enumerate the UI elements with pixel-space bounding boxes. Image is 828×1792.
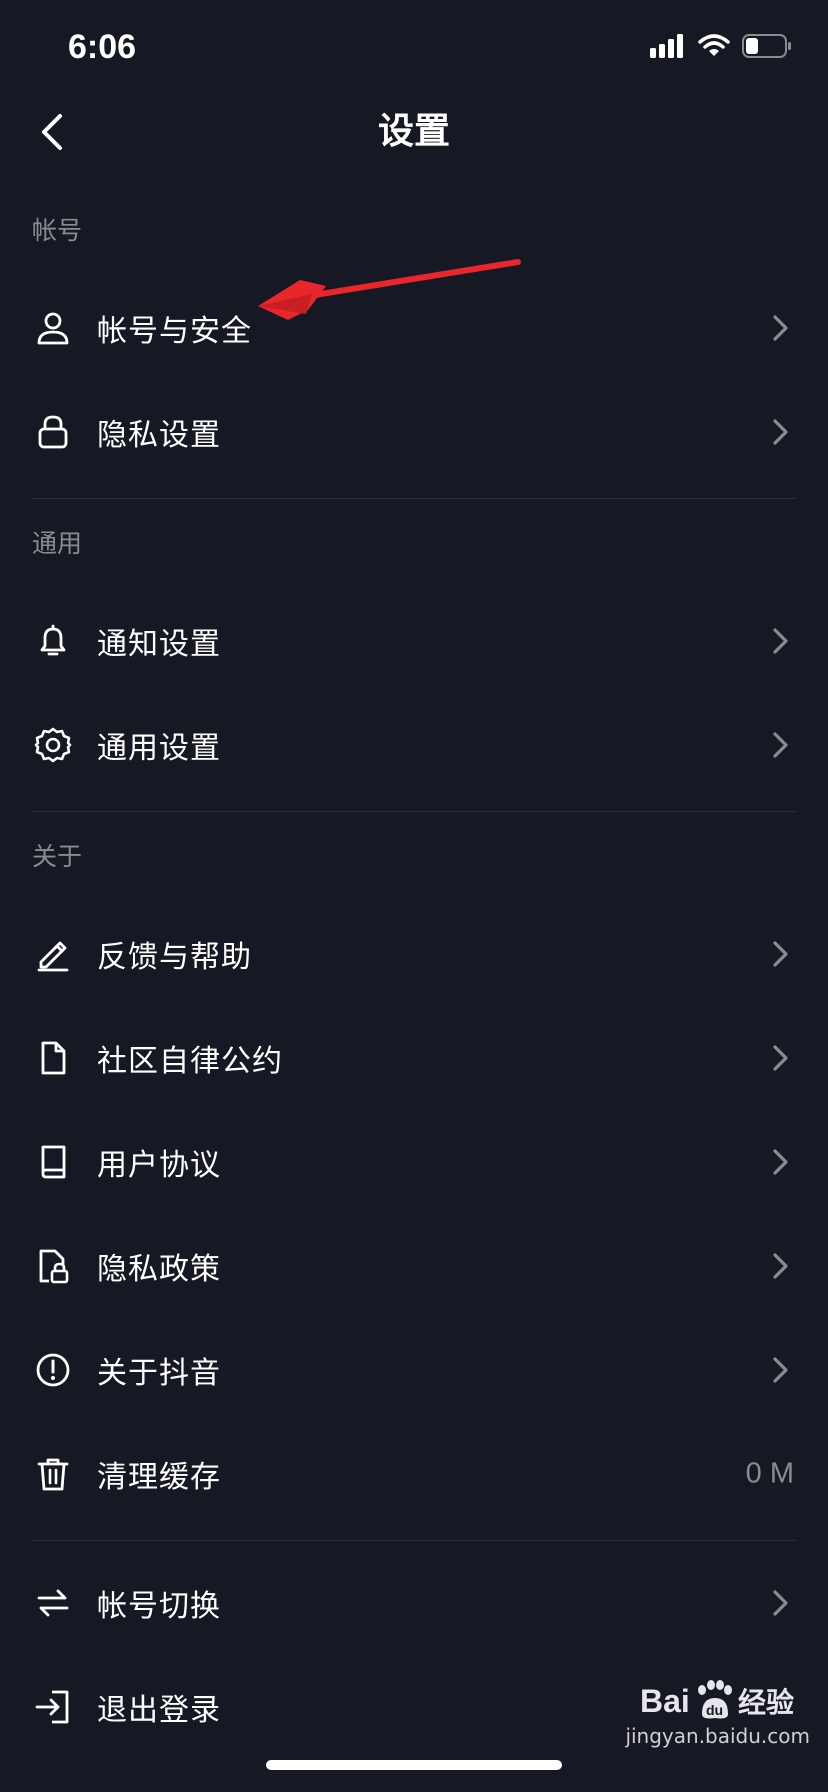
swap-icon (33, 1583, 73, 1623)
chevron-right-icon (773, 1357, 788, 1383)
chevron-right-icon (773, 1149, 788, 1175)
chevron-right-icon (773, 628, 788, 654)
info-circle-icon (33, 1350, 73, 1390)
section-header-general: 通用 (32, 529, 83, 558)
logout-icon (33, 1687, 73, 1727)
settings-list: 帐号 帐号与安全 隐私设置 通用 通知设置 通用设置 关于 反馈与帮助 社区自律… (0, 186, 828, 1759)
chevron-right-icon (773, 1045, 788, 1071)
settings-item-label: 退出登录 (97, 1693, 221, 1728)
pencil-icon (33, 934, 73, 974)
settings-item-label: 关于抖音 (97, 1356, 221, 1391)
baidu-jingyan-logo: Bai du 经验 (640, 1676, 810, 1722)
settings-item-clear-cache[interactable]: 清理缓存 0 M (0, 1422, 828, 1526)
svg-text:Bai: Bai (640, 1683, 690, 1719)
settings-item-label: 反馈与帮助 (97, 940, 252, 975)
settings-item-account-security[interactable]: 帐号与安全 (0, 276, 828, 380)
status-time: 6:06 (68, 28, 137, 66)
nav-bar: 设置 (0, 96, 828, 170)
settings-item-user-agreement[interactable]: 用户协议 (0, 1110, 828, 1214)
settings-item-label: 清理缓存 (97, 1460, 221, 1495)
settings-item-feedback[interactable]: 反馈与帮助 (0, 902, 828, 1006)
chevron-right-icon (773, 1590, 788, 1616)
home-indicator[interactable] (266, 1760, 562, 1770)
watermark-url: jingyan.baidu.com (625, 1724, 810, 1748)
settings-item-about-douyin[interactable]: 关于抖音 (0, 1318, 828, 1422)
trash-icon (33, 1454, 73, 1494)
settings-item-community-guidelines[interactable]: 社区自律公约 (0, 1006, 828, 1110)
settings-item-privacy-policy[interactable]: 隐私政策 (0, 1214, 828, 1318)
svg-text:du: du (706, 1702, 723, 1718)
settings-item-general-settings[interactable]: 通用设置 (0, 693, 828, 797)
bell-icon (33, 621, 73, 661)
chevron-right-icon (773, 315, 788, 341)
section-header-account: 帐号 (32, 216, 83, 245)
settings-item-notification[interactable]: 通知设置 (0, 589, 828, 693)
book-icon (33, 1142, 73, 1182)
settings-item-label: 隐私设置 (97, 418, 221, 453)
file-lock-icon (33, 1246, 73, 1286)
gear-icon (33, 725, 73, 765)
chevron-right-icon (773, 941, 788, 967)
settings-item-label: 通知设置 (97, 627, 221, 662)
chevron-right-icon (773, 1253, 788, 1279)
chevron-right-icon (773, 732, 788, 758)
svg-text:经验: 经验 (738, 1686, 794, 1719)
lock-icon (33, 412, 73, 452)
wifi-icon (698, 34, 730, 56)
status-icons (650, 34, 792, 58)
status-bar: 6:06 (0, 0, 828, 100)
section-header-about: 关于 (32, 842, 83, 871)
user-icon (33, 308, 73, 348)
settings-item-label: 帐号与安全 (97, 314, 252, 349)
settings-item-label: 帐号切换 (97, 1589, 221, 1624)
baidu-watermark: Bai du 经验 jingyan.baidu.com (625, 1676, 810, 1748)
settings-item-privacy-settings[interactable]: 隐私设置 (0, 380, 828, 484)
cache-size-value: 0 M (745, 1457, 794, 1490)
battery-icon (742, 34, 791, 58)
chevron-right-icon (773, 419, 788, 445)
page-title: 设置 (377, 111, 450, 152)
signal-icon (650, 34, 683, 58)
settings-item-switch-account[interactable]: 帐号切换 (0, 1551, 828, 1655)
settings-item-label: 用户协议 (97, 1148, 221, 1183)
settings-item-label: 社区自律公约 (97, 1044, 283, 1079)
settings-item-label: 通用设置 (97, 731, 221, 766)
settings-item-label: 隐私政策 (97, 1252, 221, 1287)
document-icon (33, 1038, 73, 1078)
